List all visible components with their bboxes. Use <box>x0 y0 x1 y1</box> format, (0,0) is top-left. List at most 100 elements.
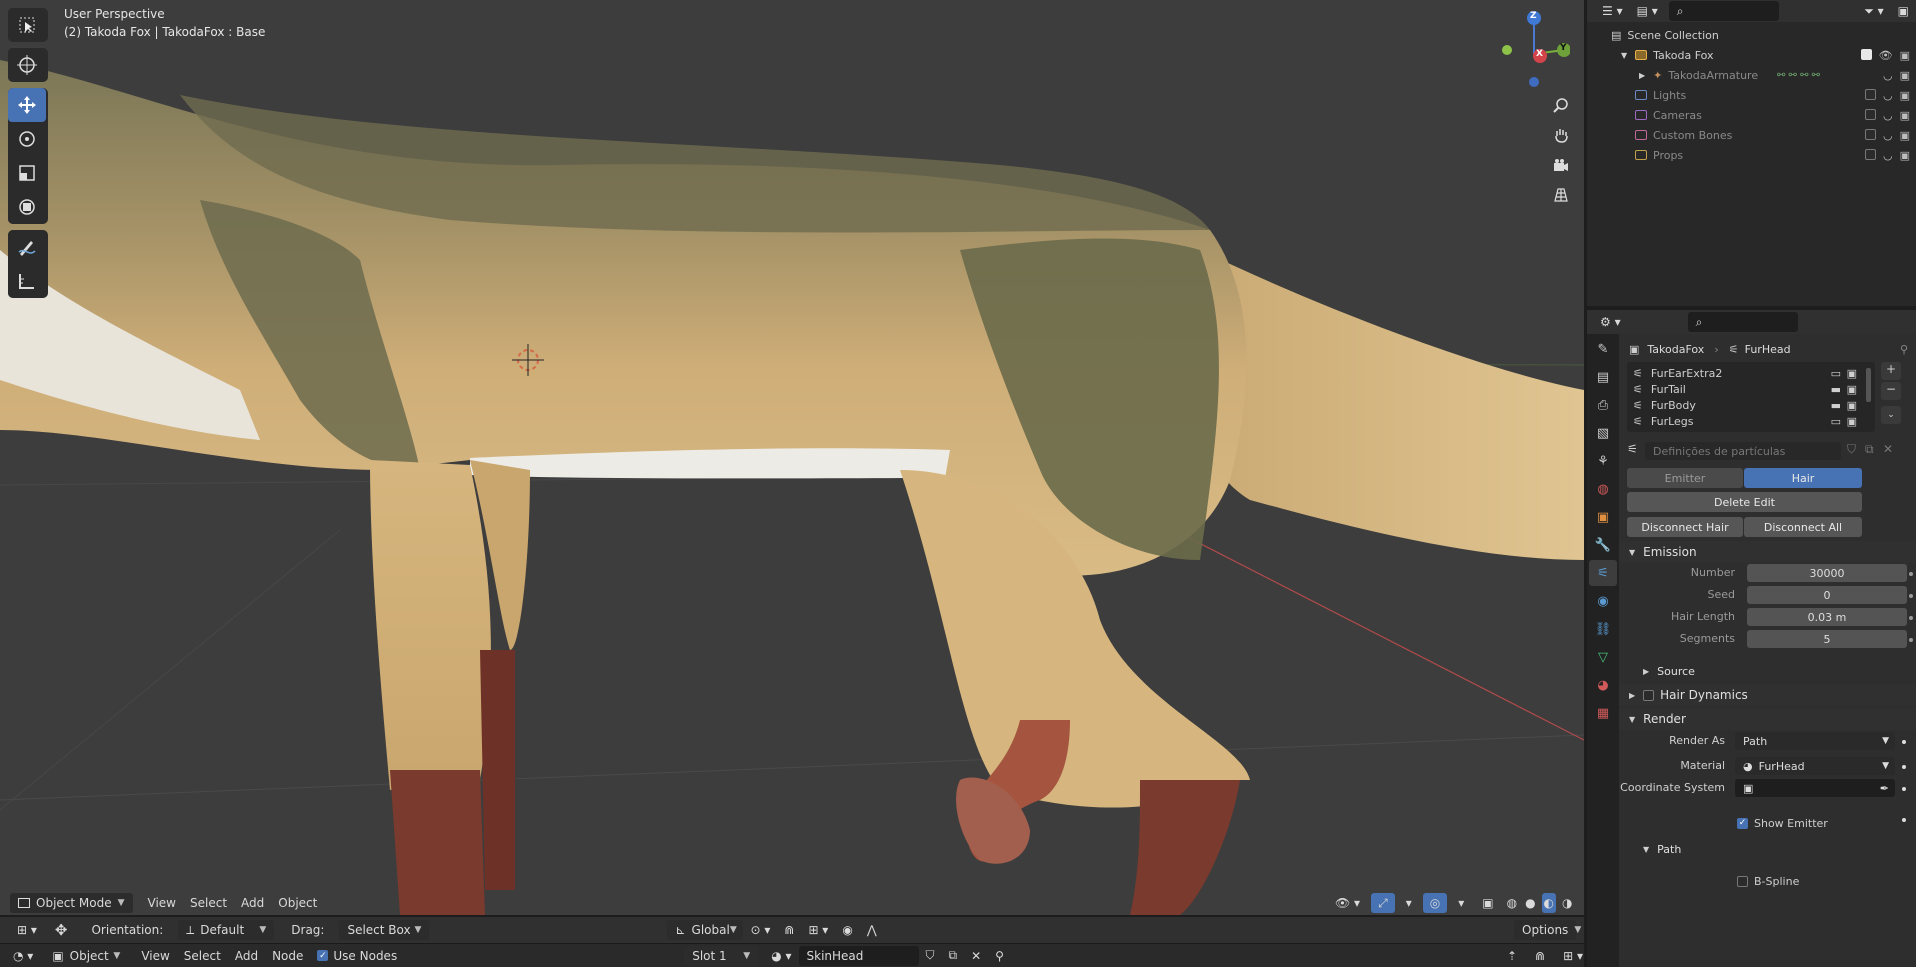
mode-dropdown[interactable]: Object Mode ▼ <box>10 893 133 913</box>
object-tab-icon[interactable]: ▣ <box>1589 504 1617 530</box>
outliner-row-cameras[interactable]: Cameras ◡ ▣ <box>1587 105 1916 125</box>
material-browse-icon[interactable]: ◕ ▾ <box>764 946 798 966</box>
keyframe-dot-icon[interactable] <box>1909 616 1913 620</box>
orientation-dropdown[interactable]: ⟂ Default ▼ <box>178 920 275 940</box>
select-box-tool-icon[interactable] <box>8 8 46 42</box>
delete-edit-button[interactable]: Delete Edit <box>1627 492 1862 512</box>
keyframe-dot-icon[interactable] <box>1902 765 1906 769</box>
shader-editor-type-icon[interactable]: ◔ ▾ <box>6 946 40 966</box>
eyedropper-icon[interactable]: ✒ <box>1880 782 1889 795</box>
hair-length-field[interactable]: 0.03 m <box>1747 608 1907 626</box>
constraints-tab-icon[interactable]: ⛓ <box>1589 616 1617 642</box>
expand-triangle-icon[interactable]: ▼ <box>1621 51 1627 60</box>
exclude-checkbox[interactable] <box>1864 148 1876 160</box>
eye-closed-icon[interactable]: ◡ <box>1883 109 1893 122</box>
3d-viewport[interactable]: User Perspective (2) Takoda Fox | Takoda… <box>0 0 1584 915</box>
scale-tool-icon[interactable] <box>8 156 46 190</box>
material-tab-icon[interactable]: ◕ <box>1589 672 1617 698</box>
camera-render-icon[interactable]: ▣ <box>1900 149 1910 162</box>
eye-closed-icon[interactable]: ◡ <box>1883 89 1893 102</box>
parent-node-tree-icon[interactable]: ⇡ <box>1500 946 1524 966</box>
gizmo-dropdown-icon[interactable]: ▾ <box>1399 893 1419 913</box>
outliner-row-custom-bones[interactable]: Custom Bones ◡ ▣ <box>1587 125 1916 145</box>
falloff-curve-icon[interactable]: ⋀ <box>860 920 884 940</box>
slot-dropdown[interactable]: Slot 1 ▼ <box>684 945 759 966</box>
new-collection-icon[interactable]: ▣ <box>1891 1 1916 21</box>
fake-user-shield-icon[interactable]: ⛉ <box>919 946 942 966</box>
particle-settings-field[interactable]: Definições de partículas <box>1645 442 1841 460</box>
outliner-row-lights[interactable]: Lights ◡ ▣ <box>1587 85 1916 105</box>
type-hair-button[interactable]: Hair <box>1744 468 1862 488</box>
world-tab-icon[interactable]: ◍ <box>1589 476 1617 502</box>
shading-dropdown-icon[interactable]: ▾ <box>1579 893 1584 913</box>
eye-icon[interactable]: 👁 <box>1879 49 1893 62</box>
cursor-tool-icon[interactable] <box>8 48 46 82</box>
particles-tab-icon[interactable]: ⚟ <box>1589 560 1617 586</box>
camera-view-icon[interactable] <box>1548 152 1574 178</box>
output-tab-icon[interactable]: ⎙ <box>1589 392 1617 418</box>
exclude-checkbox[interactable] <box>1860 48 1872 60</box>
physics-tab-icon[interactable]: ◉ <box>1589 588 1617 614</box>
segments-field[interactable]: 5 <box>1747 630 1907 648</box>
node-menu-add[interactable]: Add <box>228 946 265 966</box>
keyframe-dot-icon[interactable] <box>1909 572 1913 576</box>
seed-field[interactable]: 0 <box>1747 586 1907 604</box>
material-dropdown[interactable]: ◕ FurHead ▼ <box>1735 757 1895 775</box>
exclude-checkbox[interactable] <box>1864 128 1876 140</box>
outliner-search-input[interactable]: ⌕ <box>1668 1 1779 21</box>
keyframe-dot-icon[interactable] <box>1902 818 1906 822</box>
list-item[interactable]: ⚟ FurLegs ▭ ▣ <box>1627 410 1875 432</box>
properties-editor-type-icon[interactable]: ⚙ ▾ <box>1593 312 1628 332</box>
render-camera-icon[interactable]: ▣ <box>1847 415 1857 428</box>
add-particle-system-icon[interactable]: + <box>1881 362 1901 380</box>
editor-type-icon[interactable]: ⊞ ▾ <box>10 920 44 940</box>
list-scrollbar[interactable] <box>1866 368 1871 402</box>
overlays-toggle-icon[interactable]: ◎ <box>1422 893 1448 913</box>
specials-menu-icon[interactable]: ⌄ <box>1881 406 1901 424</box>
emission-panel-header[interactable]: ▼ Emission <box>1619 541 1916 563</box>
bspline-row[interactable]: B-Spline <box>1619 870 1916 892</box>
outliner-row-props[interactable]: Props ◡ ▣ <box>1587 145 1916 165</box>
outliner-row-takoda-armature[interactable]: ▶ ✦ TakodaArmature ⚯ ⚯ ⚯ ⚯ ◡ ▣ <box>1587 65 1916 85</box>
outliner-editor-type-icon[interactable]: ☰ ▾ <box>1595 1 1630 21</box>
rendered-shading-icon[interactable]: ◑ <box>1560 893 1574 913</box>
node-menu-select[interactable]: Select <box>177 946 228 966</box>
pan-hand-icon[interactable] <box>1548 122 1574 148</box>
path-subpanel-header[interactable]: ▼ Path <box>1619 838 1916 860</box>
disconnect-all-button[interactable]: Disconnect All <box>1744 517 1862 537</box>
texture-tab-icon[interactable]: ▦ <box>1589 700 1617 726</box>
tool-tab-icon[interactable]: ✎ <box>1589 336 1617 362</box>
pivot-point-icon[interactable]: ⊙ ▾ <box>743 920 777 940</box>
properties-search-input[interactable]: ⌕ <box>1687 312 1798 332</box>
object-data-tab-icon[interactable]: ▽ <box>1589 644 1617 670</box>
particle-system-list[interactable]: ⚟ FurEarExtra2 ▭ ▣ ⚟ FurTail ▬ ▣ ⚟ FurBo… <box>1627 362 1875 432</box>
annotate-tool-icon[interactable] <box>8 230 46 264</box>
shader-type-dropdown[interactable]: ▣ Object ▼ <box>44 945 129 966</box>
node-menu-node[interactable]: Node <box>265 946 310 966</box>
camera-render-icon[interactable]: ▣ <box>1900 129 1910 142</box>
keyframe-dot-icon[interactable] <box>1909 594 1913 598</box>
snap-node-icon[interactable]: ⋒ <box>1528 946 1552 966</box>
remove-particle-system-icon[interactable]: − <box>1881 382 1901 400</box>
solid-shading-icon[interactable]: ● <box>1523 893 1537 913</box>
scene-tab-icon[interactable]: ⚘ <box>1589 448 1617 474</box>
transform-tool-icon[interactable] <box>8 190 46 224</box>
node-menu-view[interactable]: View <box>134 946 176 966</box>
measure-tool-icon[interactable] <box>8 264 46 298</box>
rotate-tool-icon[interactable] <box>8 122 46 156</box>
drag-dropdown[interactable]: Select Box ▼ <box>339 920 430 940</box>
snap-grid-icon[interactable]: ⊞ ▾ <box>1556 946 1590 966</box>
menu-add[interactable]: Add <box>234 893 271 913</box>
render-panel-header[interactable]: ▼ Render <box>1619 708 1916 730</box>
eye-closed-icon[interactable]: ◡ <box>1883 69 1893 82</box>
duplicate-icon[interactable]: ⧉ <box>1865 442 1874 457</box>
gizmo-toggle-icon[interactable]: ⤢ <box>1371 893 1395 913</box>
keyframe-dot-icon[interactable] <box>1909 638 1913 642</box>
hair-dynamics-checkbox[interactable] <box>1643 689 1655 701</box>
xray-toggle-icon[interactable]: ▣ <box>1475 893 1500 913</box>
show-emitter-row[interactable]: ✓ Show Emitter <box>1619 812 1916 834</box>
outliner-row-takoda-fox[interactable]: ▼ Takoda Fox 👁 ▣ <box>1587 45 1916 65</box>
orthographic-grid-icon[interactable] <box>1548 182 1574 208</box>
unlink-material-icon[interactable]: ✕ <box>964 946 988 966</box>
unlink-icon[interactable]: ✕ <box>1883 442 1893 456</box>
